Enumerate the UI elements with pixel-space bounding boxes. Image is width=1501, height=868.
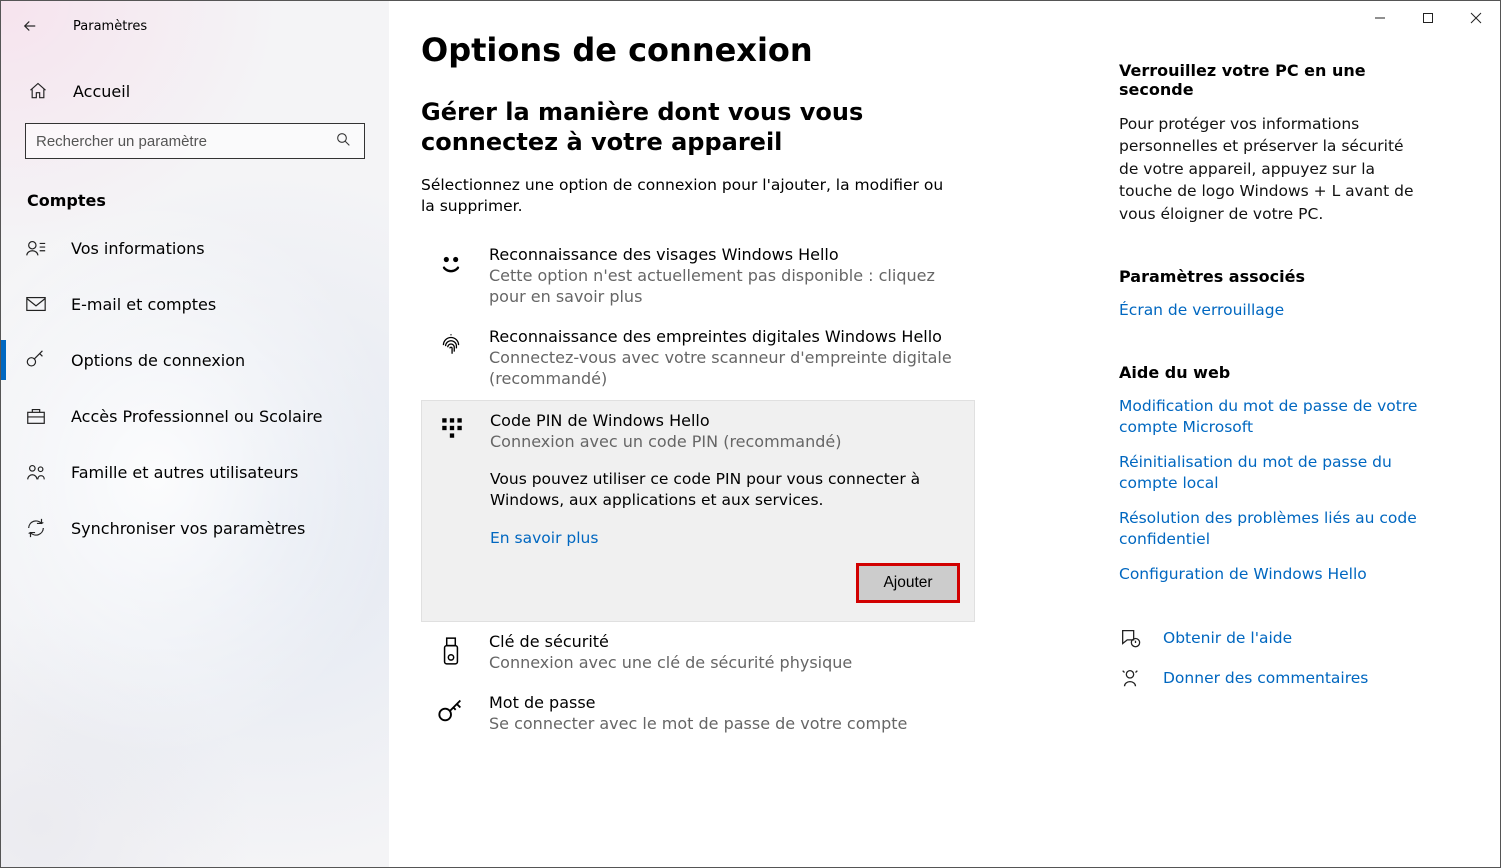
option-subtitle: Connectez-vous avec votre scanneur d'emp… [489,348,963,390]
maximize-icon [1422,12,1434,24]
option-title: Reconnaissance des visages Windows Hello [489,245,963,264]
minimize-icon [1374,12,1386,24]
nav-label: E-mail et comptes [71,295,216,314]
nav-label: Accès Professionnel ou Scolaire [71,407,322,426]
minimize-button[interactable] [1356,1,1404,35]
get-help-link[interactable]: Obtenir de l'aide [1163,629,1292,647]
option-subtitle: Connexion avec un code PIN (recommandé) [490,432,962,453]
nav-item-email[interactable]: E-mail et comptes [1,276,389,332]
option-security-key[interactable]: Clé de sécurité Connexion avec une clé d… [421,622,975,684]
nav-item-your-info[interactable]: Vos informations [1,220,389,276]
option-subtitle: Connexion avec une clé de sécurité physi… [489,653,963,674]
title-bar: Paramètres [1,11,389,41]
back-button[interactable] [19,15,41,37]
web-link[interactable]: Configuration de Windows Hello [1119,564,1423,585]
search-box[interactable] [25,123,365,159]
page-description: Sélectionnez une option de connexion pou… [421,175,961,217]
nav-home[interactable]: Accueil [1,69,389,113]
lock-text: Pour protéger vos informations personnel… [1119,113,1423,225]
user-info-icon [25,237,47,259]
option-title: Clé de sécurité [489,632,963,651]
nav-item-family[interactable]: Famille et autres utilisateurs [1,444,389,500]
maximize-button[interactable] [1404,1,1452,35]
help-icon [1119,627,1141,649]
add-button[interactable]: Ajouter [858,565,958,601]
nav-label: Options de connexion [71,351,245,370]
content-area: Options de connexion Gérer la manière do… [389,1,1500,867]
nav-label: Vos informations [71,239,205,258]
sidebar: Paramètres Accueil Comptes Vos informati… [1,1,389,867]
option-title: Mot de passe [489,693,963,712]
pin-keypad-icon [434,411,470,601]
web-link[interactable]: Résolution des problèmes liés au code co… [1119,508,1423,550]
option-title: Code PIN de Windows Hello [490,411,962,430]
sync-icon [25,517,47,539]
briefcase-icon [25,405,47,427]
nav-label: Synchroniser vos paramètres [71,519,305,538]
web-link[interactable]: Réinitialisation du mot de passe du comp… [1119,452,1423,494]
nav-item-sync[interactable]: Synchroniser vos paramètres [1,500,389,556]
lock-screen-link[interactable]: Écran de verrouillage [1119,300,1423,321]
lock-title: Verrouillez votre PC en une seconde [1119,61,1423,99]
nav-item-signin-options[interactable]: Options de connexion [1,332,389,388]
security-key-icon [433,632,469,674]
face-icon [433,245,469,308]
search-input[interactable] [36,133,336,150]
related-title: Paramètres associés [1119,267,1423,286]
nav-label: Famille et autres utilisateurs [71,463,298,482]
web-link[interactable]: Modification du mot de passe de votre co… [1119,396,1423,438]
option-title: Reconnaissance des empreintes digitales … [489,327,963,346]
feedback-icon [1119,667,1141,689]
main-column: Options de connexion Gérer la manière do… [389,1,1089,867]
home-icon [27,80,49,102]
family-icon [25,461,47,483]
search-wrap [1,123,389,177]
back-arrow-icon [21,17,39,35]
right-column: Verrouillez votre PC en une seconde Pour… [1119,61,1439,707]
nav-item-work-school[interactable]: Accès Professionnel ou Scolaire [1,388,389,444]
option-body: Vous pouvez utiliser ce code PIN pour vo… [490,469,962,511]
option-fingerprint[interactable]: Reconnaissance des empreintes digitales … [421,317,975,400]
option-subtitle: Cette option n'est actuellement pas disp… [489,266,963,308]
fingerprint-icon [433,327,469,390]
option-pin[interactable]: Code PIN de Windows Hello Connexion avec… [421,400,975,622]
close-icon [1470,12,1482,24]
section-header: Comptes [1,177,389,220]
nav-home-label: Accueil [73,82,130,101]
page-title: Options de connexion [421,31,1069,69]
option-subtitle: Se connecter avec le mot de passe de vot… [489,714,963,735]
option-face[interactable]: Reconnaissance des visages Windows Hello… [421,235,975,318]
close-button[interactable] [1452,1,1500,35]
search-icon [336,132,354,150]
web-help-title: Aide du web [1119,363,1423,382]
learn-more-link[interactable]: En savoir plus [490,529,598,547]
page-subtitle: Gérer la manière dont vous vous connecte… [421,97,981,157]
feedback-link[interactable]: Donner des commentaires [1163,669,1368,687]
app-title: Paramètres [73,19,147,34]
key-icon [25,349,47,371]
window-controls [1356,1,1500,35]
option-password[interactable]: Mot de passe Se connecter avec le mot de… [421,683,975,745]
email-icon [25,293,47,315]
password-key-icon [433,693,469,735]
